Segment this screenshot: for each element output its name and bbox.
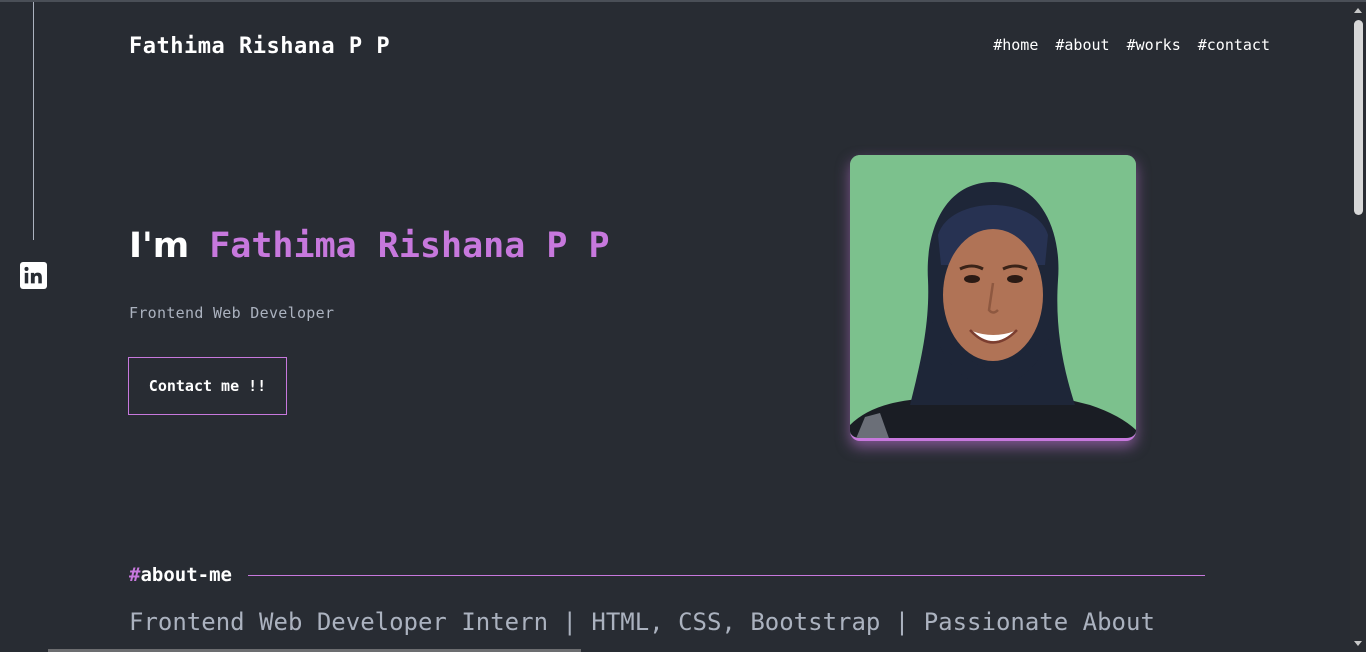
scroll-down-icon[interactable] <box>1354 641 1362 646</box>
hero-title: I'm Fathima Rishana P P <box>129 226 610 266</box>
main-nav: #home #about #works #contact <box>993 36 1270 54</box>
nav-contact[interactable]: #contact <box>1198 36 1270 54</box>
section-hash: # <box>129 564 141 586</box>
hero-subtitle: Frontend Web Developer <box>129 304 335 322</box>
section-divider <box>247 574 1205 576</box>
about-section-title: #about-me <box>129 564 232 586</box>
nav-about[interactable]: #about <box>1055 36 1109 54</box>
vertical-scrollbar[interactable] <box>1350 2 1366 652</box>
section-title-text: about-me <box>140 564 232 586</box>
contact-me-button[interactable]: Contact me !! <box>128 357 287 415</box>
site-brand[interactable]: Fathima Rishana P P <box>129 34 390 59</box>
scroll-thumb[interactable] <box>1354 20 1363 215</box>
profile-photo <box>850 155 1136 441</box>
hero-greeting: I'm <box>129 226 190 266</box>
nav-works[interactable]: #works <box>1127 36 1181 54</box>
linkedin-icon[interactable] <box>20 262 47 289</box>
window-top-border <box>0 0 1366 2</box>
scroll-up-icon[interactable] <box>1354 8 1362 13</box>
nav-home[interactable]: #home <box>993 36 1038 54</box>
about-text: Frontend Web Developer Intern | HTML, CS… <box>129 608 1155 636</box>
about-section-header: #about-me <box>129 564 1205 586</box>
hero-name: Fathima Rishana P P <box>209 226 610 266</box>
sidebar-vertical-line <box>33 2 34 240</box>
